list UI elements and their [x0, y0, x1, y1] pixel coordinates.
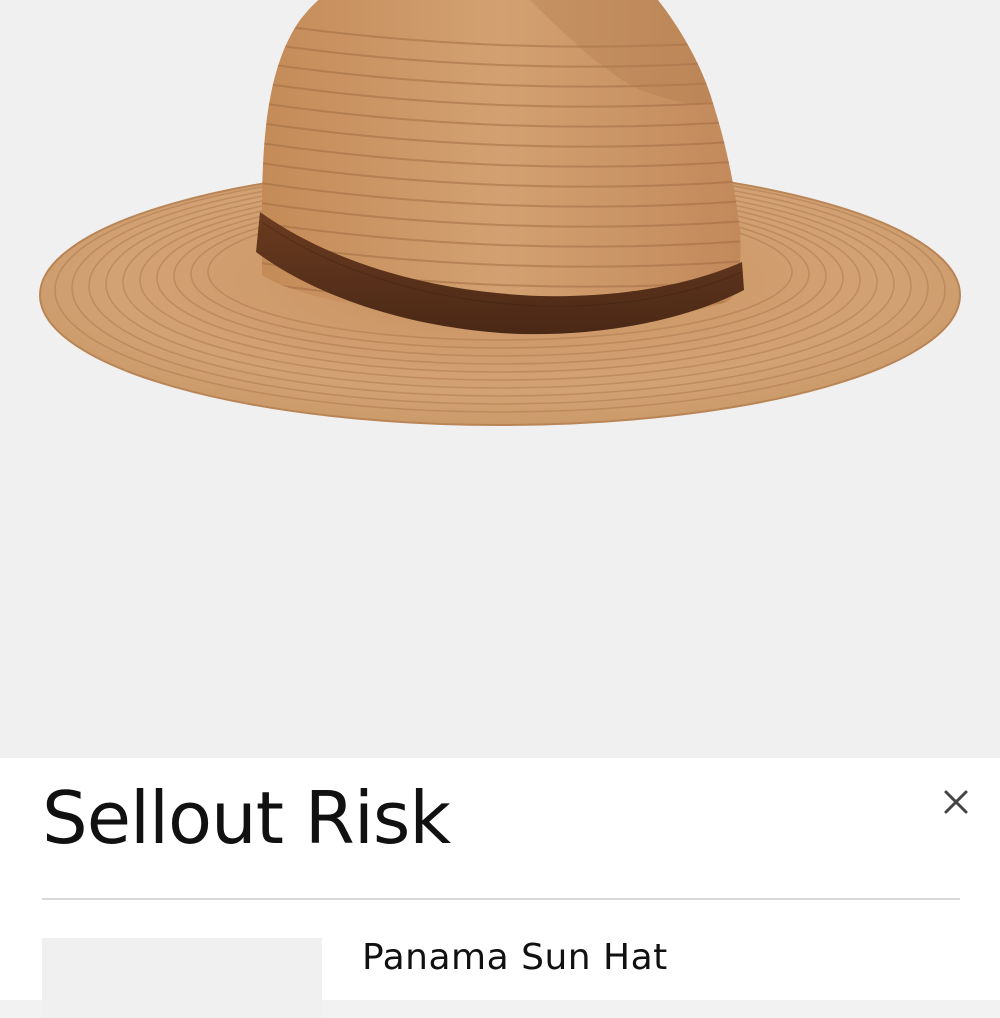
close-button[interactable]: [936, 782, 976, 822]
product-hero-image: [0, 0, 1000, 760]
hat-illustration: [39, 0, 961, 426]
divider: [42, 898, 960, 900]
sheet-title: Sellout Risk: [42, 776, 451, 860]
sellout-risk-sheet: Sellout Risk Panama Sun Hat: [0, 758, 1000, 1018]
product-name[interactable]: Panama Sun Hat: [362, 938, 668, 978]
product-thumbnail[interactable]: [42, 938, 322, 1018]
close-icon: [944, 790, 968, 814]
